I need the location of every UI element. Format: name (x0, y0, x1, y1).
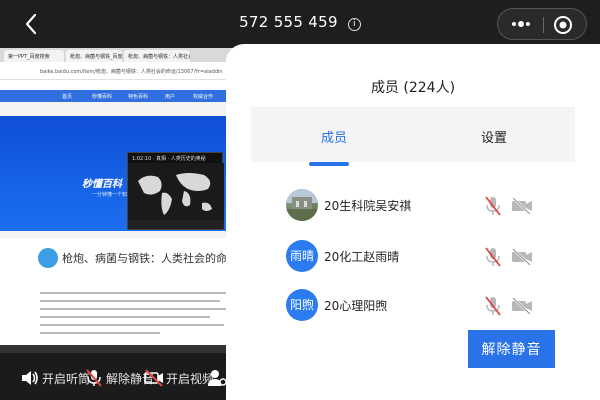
meeting-id: 572 555 459 (239, 13, 338, 31)
browser-tab-strip: 第一PPT_百度搜索 枪炮、病菌与钢铁_百度搜索 枪炮、病菌与钢铁：人类社会的命… (0, 48, 236, 62)
members-panel: 成员 (224人) 成员 设置 20生科院吴安祺 雨晴 20化工赵雨晴 阳煦 2… (226, 44, 600, 400)
tab-settings[interactable]: 设置 (481, 127, 507, 146)
browser-tab: 第一PPT_百度搜索 (4, 50, 64, 62)
article-text-line (40, 308, 226, 310)
member-row[interactable]: 雨晴 20化工赵雨晴 (286, 240, 576, 276)
active-tab-indicator (309, 162, 349, 166)
article-text-line (40, 300, 220, 302)
site-logo-subtitle: 一分钟懂一个知识 (92, 192, 133, 198)
speaker-label[interactable]: 开启听筒 (42, 370, 90, 387)
camera-off-icon[interactable] (511, 197, 533, 215)
panel-tabs: 成员 设置 (251, 107, 575, 166)
member-row[interactable]: 阳煦 20心理阳煦 (286, 289, 576, 325)
mic-muted-icon[interactable] (484, 246, 502, 268)
mic-muted-icon[interactable] (484, 195, 502, 217)
site-nav-bar: 首页 秒懂百科 特色百科 用户 权威合作 (0, 90, 236, 102)
tab-members[interactable]: 成员 (321, 127, 347, 146)
members-icon[interactable] (207, 368, 227, 388)
article-text-line (40, 332, 160, 334)
speaker-icon[interactable] (20, 368, 40, 388)
avatar: 雨晴 (286, 240, 318, 272)
camera-off-icon[interactable] (511, 297, 533, 315)
site-nav-item: 权威合作 (193, 94, 214, 100)
more-dots-icon[interactable] (510, 16, 532, 32)
site-logo: 秒懂百科 (82, 179, 122, 190)
article-share-icon (38, 248, 58, 268)
mic-muted-icon[interactable] (484, 295, 502, 317)
browser-tab: 枪炮、病菌与钢铁：人类社会的命运... (124, 50, 190, 62)
site-nav-item: 秒懂百科 (92, 94, 113, 100)
world-map-image (128, 163, 224, 223)
shared-screen-bottom (0, 345, 236, 353)
member-name: 20生科院吴安祺 (324, 199, 412, 213)
browser-hint-bar (0, 80, 236, 90)
capsule-divider (543, 17, 544, 33)
member-row[interactable]: 20生科院吴安祺 (286, 189, 576, 225)
avatar: 阳煦 (286, 289, 318, 321)
bottom-toolbar: 开启听筒 解除静音 开启视频 (0, 353, 236, 400)
camera-off-icon[interactable] (511, 248, 533, 266)
mic-muted-icon[interactable] (84, 368, 104, 388)
target-circle-icon[interactable] (553, 15, 573, 35)
mini-program-capsule (497, 8, 587, 40)
site-nav-item: 首页 (62, 94, 73, 100)
article-text-line (40, 292, 230, 294)
unmute-button[interactable]: 解除静音 (468, 330, 555, 368)
top-bar: 572 555 459 i (0, 0, 600, 48)
browser-address-bar: baike.baidu.com/item/枪炮、病菌与钢铁：人类社会的命运/13… (0, 62, 236, 80)
embedded-video: 1:02:10 · 真相 · 人类历史的奥秘 (127, 152, 224, 230)
site-nav-item: 特色百科 (128, 94, 149, 100)
article-text-line (40, 324, 224, 326)
site-nav-item: 用户 (165, 94, 176, 100)
camera-off-icon[interactable] (144, 368, 164, 388)
video-controls (128, 220, 224, 229)
info-icon[interactable]: i (347, 18, 361, 31)
member-name: 20化工赵雨晴 (324, 250, 400, 264)
panel-title: 成员 (224人) (370, 80, 456, 96)
shared-screen: 第一PPT_百度搜索 枪炮、病菌与钢铁_百度搜索 枪炮、病菌与钢铁：人类社会的命… (0, 48, 236, 353)
video-caption: 1:02:10 · 真相 · 人类历史的奥秘 (132, 156, 206, 162)
article-section: 枪炮、病菌与钢铁：人类社会的命运 (0, 238, 236, 353)
avatar (286, 189, 318, 221)
browser-tab: 枪炮、病菌与钢铁_百度搜索 (66, 50, 122, 62)
member-name: 20心理阳煦 (324, 299, 388, 313)
avatar-photo-image (286, 189, 318, 221)
article-title: 枪炮、病菌与钢铁：人类社会的命运 (62, 252, 236, 265)
article-text-line (40, 316, 210, 318)
